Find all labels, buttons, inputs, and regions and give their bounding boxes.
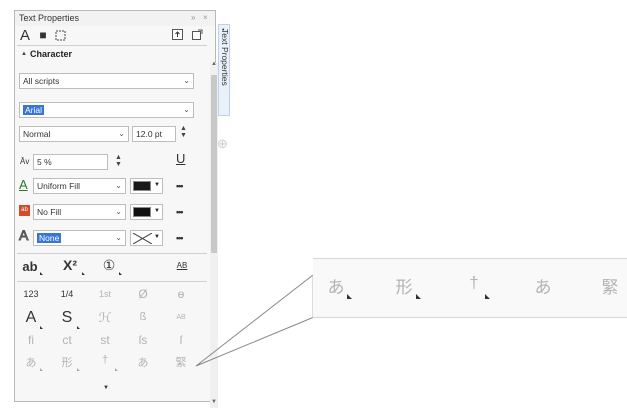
- zoom-glyph-proportional: †: [469, 273, 479, 292]
- zoom-glyph-traditional: 緊: [601, 278, 619, 297]
- zoomed-glyph-strip: あ 形 † あ 緊: [313, 258, 627, 318]
- zoom-glyph-ruby: あ: [534, 278, 552, 297]
- zoom-callout-lines: [195, 274, 344, 367]
- zoom-glyph-simplified: 形: [395, 278, 413, 297]
- submenu-corner: [347, 294, 352, 299]
- submenu-corner: [485, 294, 490, 299]
- submenu-corner: [416, 294, 421, 299]
